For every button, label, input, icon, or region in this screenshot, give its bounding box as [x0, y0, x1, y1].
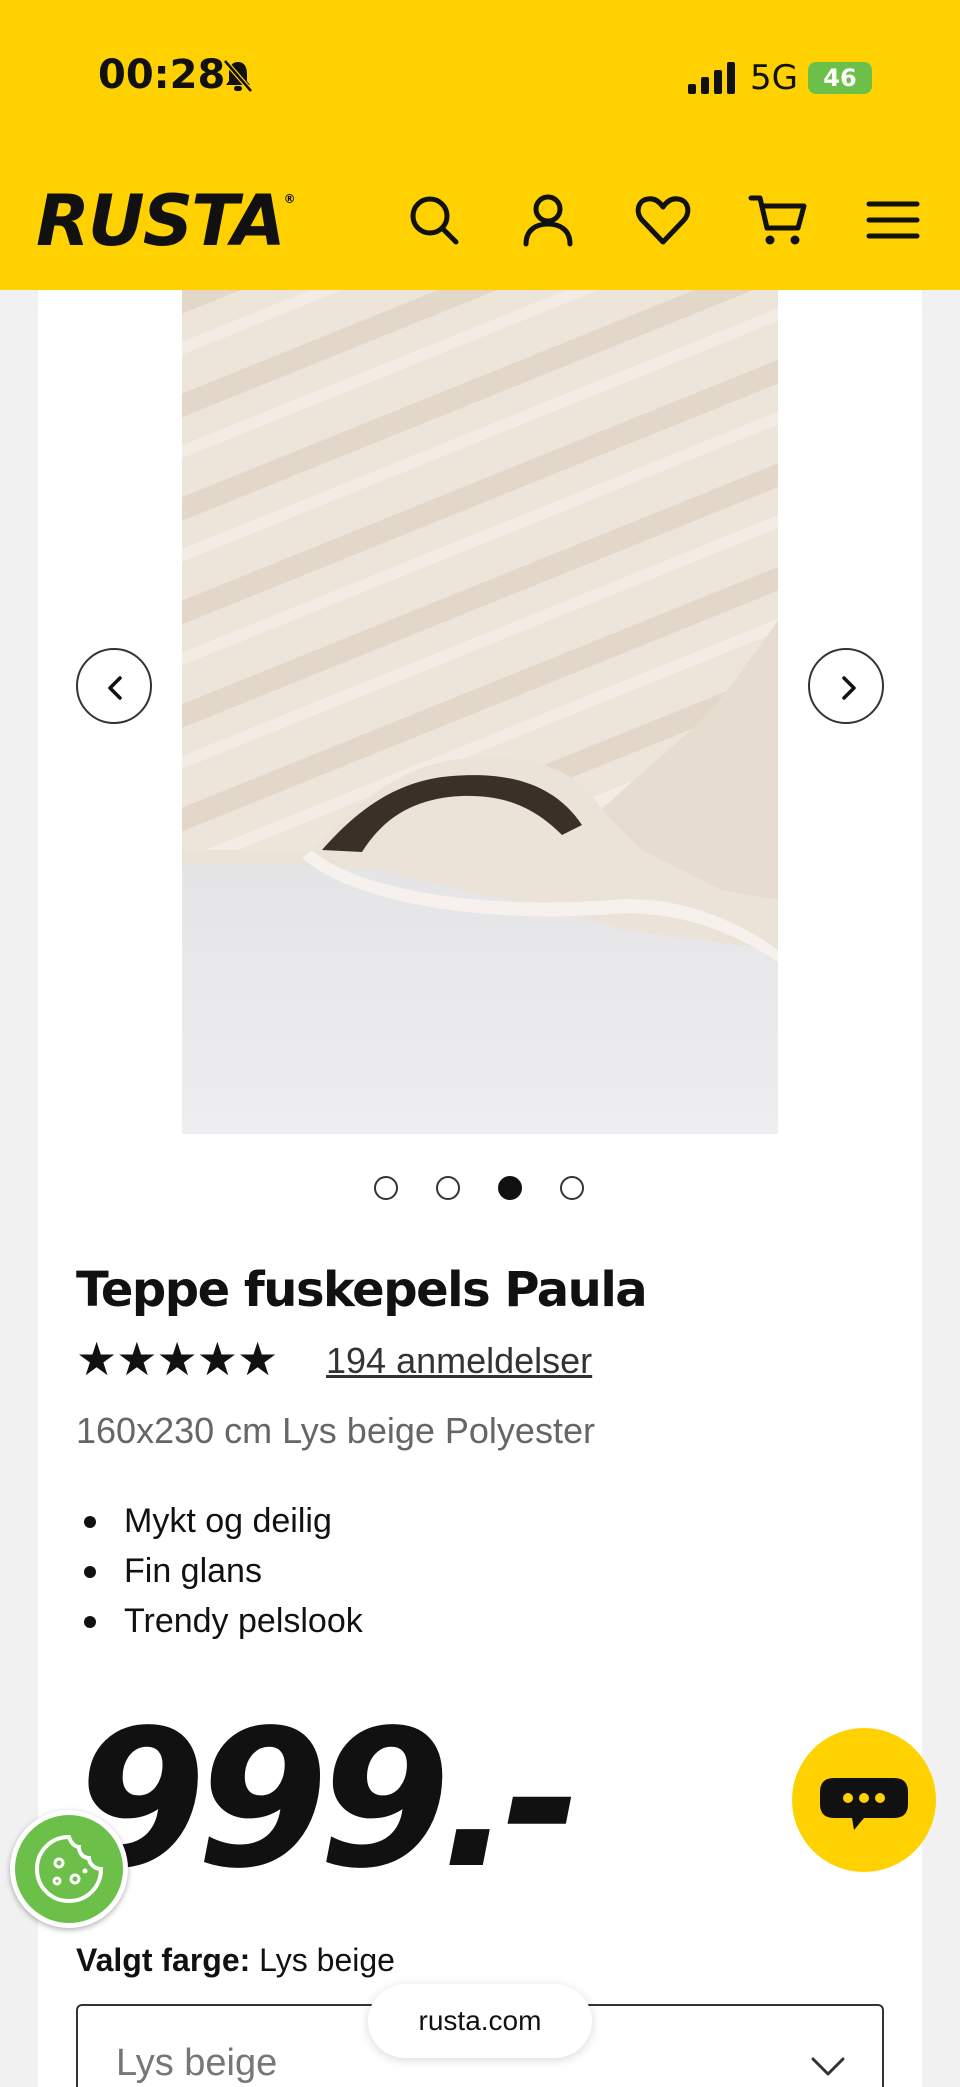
product-title: Teppe fuskepels Paula — [76, 1262, 648, 1318]
carousel-dot-2[interactable] — [436, 1176, 460, 1200]
feature-item: Mykt og deilig — [76, 1496, 363, 1546]
carousel-dot-3-active[interactable] — [498, 1176, 522, 1200]
color-select-value: Lys beige — [116, 2042, 278, 2084]
cookie-icon — [34, 1834, 104, 1904]
logo-text: RUSTA — [36, 180, 286, 262]
account-icon[interactable] — [518, 190, 578, 250]
network-label: 5G — [750, 58, 798, 98]
feature-item: Fin glans — [76, 1546, 363, 1596]
chevron-right-icon — [842, 676, 856, 700]
cookie-settings-button[interactable] — [10, 1810, 128, 1928]
selected-color-label: Valgt farge: — [76, 1942, 251, 1978]
chat-bubble-icon — [820, 1778, 908, 1830]
carousel-prev-button[interactable] — [76, 648, 152, 724]
product-price: 999.- — [74, 1689, 582, 1910]
browser-url-bar[interactable]: rusta.com — [368, 1984, 592, 2058]
carousel-dot-4[interactable] — [560, 1176, 584, 1200]
battery-icon: 46 — [808, 62, 872, 94]
carousel-next-button[interactable] — [808, 648, 884, 724]
feature-item: Trendy pelslook — [76, 1596, 363, 1646]
battery-level: 46 — [823, 64, 857, 92]
chat-button[interactable] — [792, 1728, 936, 1872]
site-header: RUSTA® — [0, 160, 960, 290]
carousel-indicator — [372, 1176, 592, 1202]
signal-icon — [688, 62, 735, 94]
heart-icon[interactable] — [633, 190, 693, 250]
selected-color-value: Lys beige — [259, 1942, 395, 1978]
url-text: rusta.com — [418, 2005, 542, 2036]
rating-stars: ★★★★★ — [76, 1333, 278, 1385]
status-time: 00:28 — [98, 52, 226, 98]
chevron-left-icon — [108, 676, 122, 700]
reviews-link[interactable]: 194 anmeldelser — [326, 1340, 592, 1382]
search-icon[interactable] — [404, 190, 464, 250]
feature-list: Mykt og deilig Fin glans Trendy pelslook — [76, 1496, 363, 1646]
status-bar: 00:28 5G 46 — [0, 0, 960, 160]
rusta-logo[interactable]: RUSTA® — [36, 180, 296, 262]
selected-color: Valgt farge: Lys beige — [76, 1942, 395, 1979]
product-image[interactable] — [182, 290, 778, 1134]
menu-icon[interactable] — [863, 190, 923, 250]
carousel-dot-1[interactable] — [374, 1176, 398, 1200]
product-spec: 160x230 cm Lys beige Polyester — [76, 1410, 595, 1451]
cart-icon[interactable] — [748, 190, 808, 250]
chevron-down-icon — [811, 2057, 845, 2076]
bell-muted-icon — [223, 59, 253, 93]
